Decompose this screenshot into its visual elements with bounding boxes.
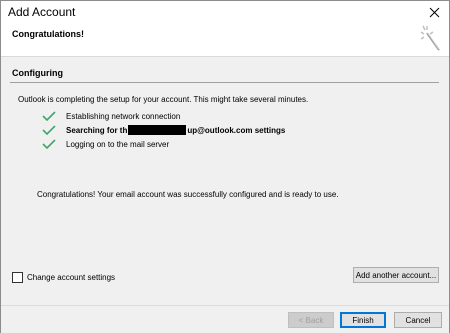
step-label: Logging on to the mail server	[66, 139, 170, 149]
step-logging-on: Logging on to the mail server	[42, 138, 169, 150]
status-text: Outlook is completing the setup for your…	[18, 95, 309, 104]
step-label-suffix: up@outlook.com settings	[187, 125, 286, 135]
step-label: Establishing network connection	[66, 111, 181, 121]
finish-label: Finish	[352, 315, 374, 325]
section-title: Configuring	[12, 68, 63, 78]
back-button[interactable]: < Back	[288, 312, 334, 328]
checkmark-icon	[42, 125, 56, 135]
cancel-label: Cancel	[405, 315, 431, 325]
close-button[interactable]	[419, 1, 449, 23]
back-label: < Back	[298, 315, 324, 325]
magic-wand-icon	[420, 25, 440, 51]
cancel-button[interactable]: Cancel	[394, 312, 442, 328]
step-searching: Searching for th up@outlook.com settings	[42, 124, 285, 136]
step-label-prefix: Searching for th	[66, 125, 128, 135]
add-another-account-label: Add another account...	[355, 270, 437, 280]
checkmark-icon	[42, 139, 56, 149]
button-bar: < Back Finish Cancel	[1, 305, 449, 333]
redacted-block	[128, 125, 187, 135]
finish-button[interactable]: Finish	[340, 312, 386, 328]
checkbox-label: Change account settings	[27, 273, 116, 282]
content-area: Configuring Outlook is completing the se…	[1, 57, 449, 305]
step-establishing: Establishing network connection	[42, 110, 180, 122]
window-title: Add Account	[8, 5, 76, 19]
wizard-header: Congratulations!	[1, 23, 449, 57]
checkbox-box[interactable]	[12, 272, 23, 283]
add-another-account-button[interactable]: Add another account...	[353, 267, 439, 283]
title-bar: Add Account	[1, 1, 449, 23]
close-icon	[429, 7, 439, 17]
section-divider	[10, 82, 439, 83]
add-account-dialog: Add Account Congratulations! Configuring…	[0, 0, 450, 333]
checkmark-icon	[42, 111, 56, 121]
success-message: Congratulations! Your email account was …	[37, 190, 339, 199]
page-title: Congratulations!	[12, 29, 84, 39]
change-account-settings-checkbox[interactable]: Change account settings	[12, 272, 115, 283]
step-label: Searching for th up@outlook.com settings	[66, 125, 285, 135]
